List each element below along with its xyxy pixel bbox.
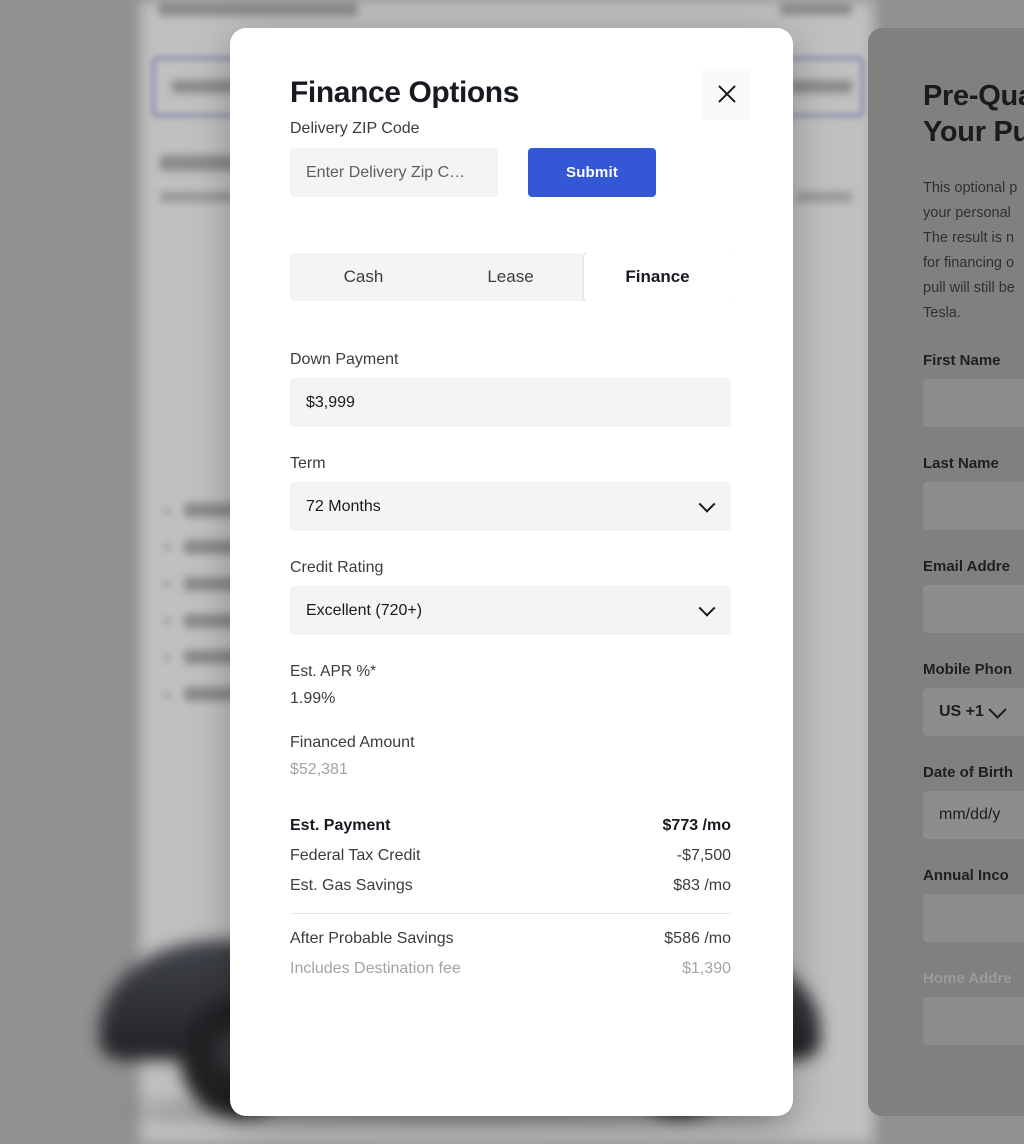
chevron-down-icon — [698, 599, 716, 617]
financed-amount-block: Financed Amount $52,381 — [290, 734, 761, 779]
field-label: First Name — [923, 352, 1001, 369]
summary-row: Includes Destination fee $1,390 — [290, 954, 731, 984]
prequalify-title: Pre-Qua Your Pu — [923, 80, 1024, 148]
zip-label: Delivery ZIP Code — [290, 120, 420, 137]
summary-value: $586 /mo — [664, 930, 731, 947]
email-input[interactable] — [923, 585, 1024, 633]
delivery-zip-input[interactable] — [290, 148, 498, 197]
term-select[interactable]: 72 Months — [290, 482, 731, 531]
payment-type-tabs: Cash Lease Finance — [290, 253, 731, 301]
zip-row: Submit — [290, 148, 761, 197]
summary-row: Est. Gas Savings $83 /mo — [290, 871, 731, 901]
chevron-down-icon — [698, 495, 716, 513]
summary-row: Federal Tax Credit -$7,500 — [290, 841, 731, 871]
field-label: Email Addre — [923, 558, 1010, 575]
first-name-input[interactable] — [923, 379, 1024, 427]
mobile-phone-input[interactable]: US +1 — [923, 688, 1024, 736]
summary-row: After Probable Savings $586 /mo — [290, 924, 731, 954]
summary-label: Est. Gas Savings — [290, 877, 413, 894]
prequalify-field-email: Email Addre — [923, 558, 1024, 633]
annual-income-input[interactable] — [923, 894, 1024, 942]
apr-label: Est. APR %* — [290, 663, 377, 680]
field-label: Date of Birth — [923, 764, 1013, 781]
apr-value: 1.99% — [290, 690, 336, 707]
credit-rating-group: Credit Rating Excellent (720+) — [290, 559, 761, 635]
term-value: 72 Months — [306, 497, 381, 515]
credit-rating-label: Credit Rating — [290, 559, 384, 576]
summary-value: $83 /mo — [673, 877, 731, 894]
payment-summary: Est. Payment $773 /mo Federal Tax Credit… — [290, 811, 731, 984]
finance-options-modal: Finance Options Delivery ZIP Code Submit… — [230, 28, 793, 1116]
prequalify-field-home-address: Home Addre — [923, 970, 1024, 1045]
apr-block: Est. APR %* 1.99% — [290, 663, 761, 708]
down-payment-group: Down Payment $3,999 — [290, 351, 761, 427]
close-button[interactable] — [703, 68, 751, 120]
down-payment-input[interactable]: $3,999 — [290, 378, 731, 427]
summary-label: After Probable Savings — [290, 930, 454, 947]
screen: Pre-Qua Your Pu This optional p your per… — [0, 0, 1024, 1144]
submit-button[interactable]: Submit — [528, 148, 656, 197]
field-label: Home Addre — [923, 970, 1012, 987]
country-code-select[interactable]: US +1 — [939, 699, 1007, 721]
home-address-input[interactable] — [923, 997, 1024, 1045]
term-group: Term 72 Months — [290, 455, 761, 531]
prequalify-field-annual-income: Annual Inco — [923, 867, 1024, 942]
prequalify-panel[interactable]: Pre-Qua Your Pu This optional p your per… — [868, 28, 1024, 1116]
summary-label: Federal Tax Credit — [290, 847, 421, 864]
country-code-value: US +1 — [939, 703, 984, 720]
summary-value: $773 /mo — [662, 817, 731, 834]
page-title: Finance Options — [290, 76, 520, 109]
term-label: Term — [290, 455, 326, 472]
chevron-down-icon — [988, 699, 1007, 719]
field-label: Annual Inco — [923, 867, 1009, 884]
prequalify-field-first-name: First Name — [923, 352, 1024, 427]
last-name-input[interactable] — [923, 482, 1024, 530]
summary-row: Est. Payment $773 /mo — [290, 811, 731, 841]
tab-finance[interactable]: Finance — [584, 253, 731, 301]
prequalify-field-last-name: Last Name — [923, 455, 1024, 530]
credit-rating-value: Excellent (720+) — [306, 601, 423, 619]
prequalify-description: This optional p your personal The result… — [923, 180, 1018, 321]
field-label: Last Name — [923, 455, 999, 472]
down-payment-label: Down Payment — [290, 351, 399, 368]
prequalify-field-date-of-birth: Date of Birth mm/dd/y — [923, 764, 1024, 839]
credit-rating-select[interactable]: Excellent (720+) — [290, 586, 731, 635]
down-payment-value: $3,999 — [306, 393, 355, 411]
prequalify-field-mobile-phone: Mobile Phon US +1 — [923, 661, 1024, 736]
tab-lease[interactable]: Lease — [437, 253, 584, 301]
financed-amount-label: Financed Amount — [290, 734, 415, 751]
summary-value: $1,390 — [682, 960, 731, 977]
date-of-birth-value: mm/dd/y — [939, 806, 1001, 823]
summary-value: -$7,500 — [676, 847, 731, 864]
date-of-birth-input[interactable]: mm/dd/y — [923, 791, 1024, 839]
tab-cash[interactable]: Cash — [290, 253, 437, 301]
close-icon — [718, 85, 736, 103]
financed-amount-value: $52,381 — [290, 761, 348, 778]
summary-divider — [290, 913, 731, 914]
summary-label: Includes Destination fee — [290, 960, 461, 977]
summary-label: Est. Payment — [290, 817, 391, 834]
field-label: Mobile Phon — [923, 661, 1013, 678]
